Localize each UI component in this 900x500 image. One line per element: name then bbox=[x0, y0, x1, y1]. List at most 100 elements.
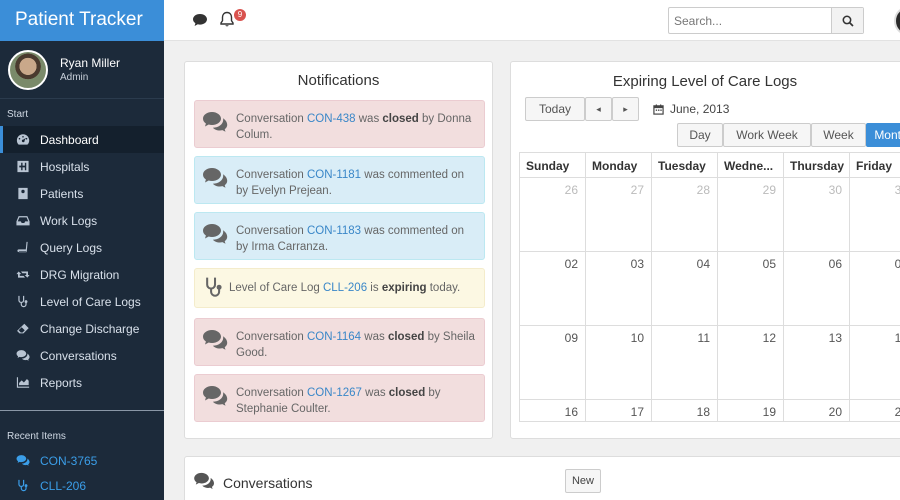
sidebar-item-label: Hospitals bbox=[40, 159, 90, 174]
calendar-day-cell[interactable]: 28 bbox=[652, 178, 718, 252]
new-conversation-button[interactable]: New bbox=[565, 469, 601, 493]
conversations-title: Conversations bbox=[223, 475, 313, 491]
calendar-day-number: 19 bbox=[762, 405, 776, 419]
bell-icon[interactable] bbox=[219, 11, 235, 28]
sidebar-item-label: DRG Migration bbox=[40, 267, 120, 282]
calendar-day-cell[interactable]: 27 bbox=[586, 178, 652, 252]
recent-item[interactable]: CON-3765 bbox=[0, 448, 164, 473]
calendar-day-cell[interactable]: 13 bbox=[784, 326, 850, 400]
calendar-day-cell[interactable]: 19 bbox=[718, 400, 784, 422]
day-header: Thursday bbox=[784, 152, 850, 178]
calendar-day-cell[interactable]: 07 bbox=[850, 252, 900, 326]
calendar-day-number: 07 bbox=[895, 257, 900, 271]
view-work-week-button[interactable]: Work Week bbox=[723, 123, 811, 147]
notification-item: Conversation CON-1181 was commented on b… bbox=[194, 156, 485, 204]
notification-suffix: today. bbox=[426, 282, 461, 294]
view-day-button[interactable]: Day bbox=[677, 123, 723, 147]
notification-item: Level of Care Log CLL-206 is expiring to… bbox=[194, 268, 485, 308]
calendar-grid: Sunday Monday Tuesday Wedne... Thursday Frida… bbox=[519, 152, 900, 424]
calendar-day-number: 29 bbox=[762, 183, 776, 197]
notifications-title: Notifications bbox=[297, 72, 380, 89]
calendar-day-cell[interactable]: 10 bbox=[586, 326, 652, 400]
calendar-day-cell[interactable]: 02 bbox=[519, 252, 586, 326]
notification-middle: was bbox=[355, 113, 383, 125]
sidebar-item-drg-migration[interactable]: DRG Migration bbox=[0, 261, 164, 288]
sidebar-item-level-of-care-logs[interactable]: Level of Care Logs bbox=[0, 288, 164, 315]
calendar-day-cell[interactable]: 21 bbox=[850, 400, 900, 422]
sidebar-item-label: Work Logs bbox=[40, 213, 98, 228]
recent-item[interactable]: CLL-206 bbox=[0, 473, 164, 498]
calendar-day-cell[interactable]: 20 bbox=[784, 400, 850, 422]
notification-link[interactable]: CON-1164 bbox=[307, 331, 361, 343]
day-header: Monday bbox=[586, 152, 652, 178]
day-header: Tuesday bbox=[652, 152, 718, 178]
calendar-day-cell[interactable]: 11 bbox=[652, 326, 718, 400]
calendar-day-cell[interactable]: 12 bbox=[718, 326, 784, 400]
sidebar-item-hospitals[interactable]: Hospitals bbox=[0, 153, 164, 180]
calendar-day-number: 20 bbox=[828, 405, 842, 419]
inbox-icon bbox=[15, 214, 31, 228]
notification-link[interactable]: CON-438 bbox=[307, 113, 356, 125]
section-title-start: Start bbox=[0, 98, 164, 126]
sidebar-item-dashboard[interactable]: Dashboard bbox=[0, 126, 164, 153]
next-month-button[interactable]: ▸ bbox=[612, 97, 639, 121]
search-input[interactable] bbox=[669, 8, 831, 33]
notification-link[interactable]: CON-1181 bbox=[307, 169, 361, 181]
notification-middle: is bbox=[367, 282, 382, 294]
view-month-button[interactable]: Month bbox=[866, 123, 900, 147]
sidebar-item-reports[interactable]: Reports bbox=[0, 369, 164, 396]
calendar-day-cell[interactable]: 31 bbox=[850, 178, 900, 252]
calendar-day-cell[interactable]: 04 bbox=[652, 252, 718, 326]
calendar-day-number: 14 bbox=[895, 331, 900, 345]
calendar-day-cell[interactable]: 29 bbox=[718, 178, 784, 252]
sidebar-item-label: Query Logs bbox=[40, 240, 103, 255]
sidebar-item-label: Level of Care Logs bbox=[40, 294, 141, 309]
prev-month-button[interactable]: ◂ bbox=[585, 97, 612, 121]
book-icon bbox=[15, 241, 31, 255]
calendar-day-cell[interactable]: 26 bbox=[519, 178, 586, 252]
calendar-day-cell[interactable]: 18 bbox=[652, 400, 718, 422]
notification-link[interactable]: CON-1183 bbox=[307, 225, 361, 237]
sidebar-item-conversations[interactable]: Conversations bbox=[0, 342, 164, 369]
notification-text: Conversation CON-1181 was commented on b… bbox=[236, 157, 484, 199]
notification-link[interactable]: CON-1267 bbox=[307, 387, 362, 399]
calendar-day-cell[interactable]: 16 bbox=[519, 400, 586, 422]
sidebar-item-query-logs[interactable]: Query Logs bbox=[0, 234, 164, 261]
calendar-title: Expiring Level of Care Logs bbox=[612, 73, 798, 90]
current-month[interactable]: June, 2013 bbox=[653, 102, 729, 116]
notification-item: Conversation CON-1164 was closed by Shei… bbox=[194, 318, 485, 366]
sidebar-item-patients[interactable]: Patients bbox=[0, 180, 164, 207]
notification-status: closed bbox=[382, 113, 419, 125]
chat-icon[interactable] bbox=[192, 12, 208, 28]
notification-text: Conversation CON-1164 was closed by Shei… bbox=[236, 319, 484, 361]
calendar-day-number: 27 bbox=[630, 183, 644, 197]
day-header: Sunday bbox=[519, 152, 586, 178]
user-profile[interactable]: Ryan Miller Admin bbox=[0, 41, 164, 98]
comments-icon bbox=[202, 111, 228, 133]
notification-link[interactable]: CLL-206 bbox=[323, 282, 367, 294]
search-box bbox=[668, 7, 864, 34]
calendar-day-cell[interactable]: 14 bbox=[850, 326, 900, 400]
chart-icon bbox=[15, 376, 31, 390]
today-button[interactable]: Today bbox=[525, 97, 585, 121]
app-title[interactable]: Patient Tracker bbox=[0, 0, 164, 41]
calendar-day-number: 21 bbox=[895, 405, 900, 419]
sidebar-item-work-logs[interactable]: Work Logs bbox=[0, 207, 164, 234]
calendar-day-number: 02 bbox=[564, 257, 578, 271]
patients-icon bbox=[15, 187, 31, 201]
calendar-day-cell[interactable]: 03 bbox=[586, 252, 652, 326]
sidebar-item-change-discharge[interactable]: Change Discharge bbox=[0, 315, 164, 342]
avatar[interactable] bbox=[8, 49, 48, 90]
calendar-day-cell[interactable]: 05 bbox=[718, 252, 784, 326]
calendar-day-cell[interactable]: 30 bbox=[784, 178, 850, 252]
hospital-icon bbox=[15, 160, 31, 174]
user-menu-avatar[interactable] bbox=[894, 6, 900, 36]
notification-prefix: Conversation bbox=[236, 331, 307, 343]
calendar-day-cell[interactable]: 06 bbox=[784, 252, 850, 326]
view-week-button[interactable]: Week bbox=[811, 123, 866, 147]
search-button[interactable] bbox=[831, 8, 863, 33]
calendar-day-cell[interactable]: 17 bbox=[586, 400, 652, 422]
calendar-day-number: 28 bbox=[696, 183, 710, 197]
sidebar-item-label: Change Discharge bbox=[40, 321, 140, 336]
calendar-day-cell[interactable]: 09 bbox=[519, 326, 586, 400]
